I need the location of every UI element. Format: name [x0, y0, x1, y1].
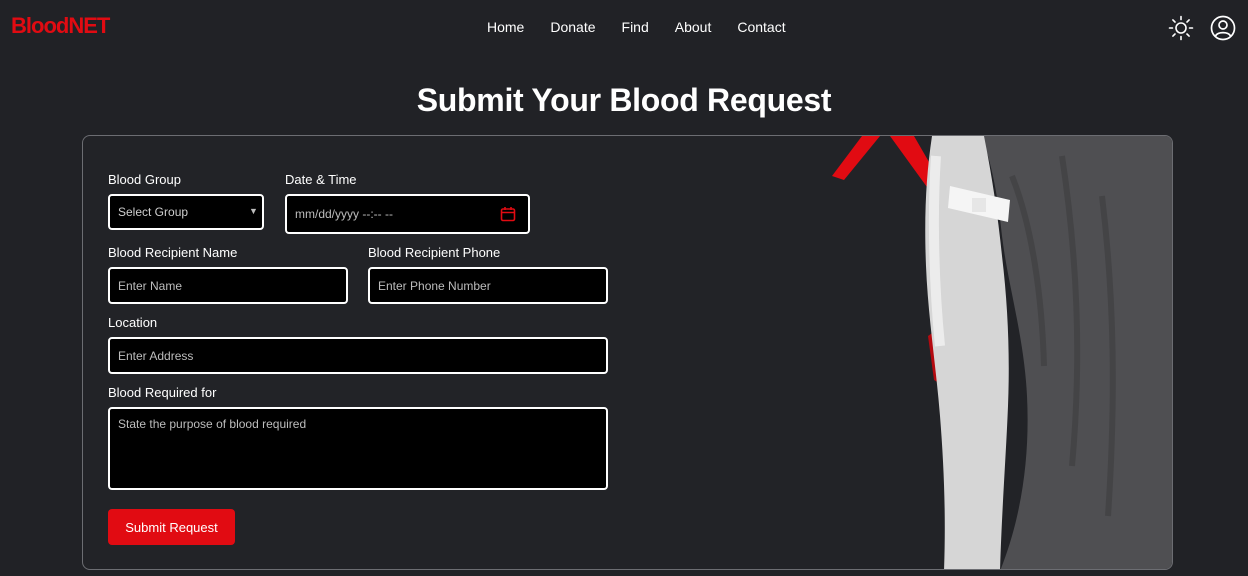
user-circle-icon: [1210, 15, 1235, 40]
donor-arm-image: [832, 136, 1172, 569]
page: BloodNET Home Donate Find About Contact …: [0, 0, 1248, 576]
brand-logo[interactable]: BloodNET: [11, 13, 110, 39]
recipient-phone-input[interactable]: [368, 267, 608, 304]
nav-donate[interactable]: Donate: [550, 19, 595, 35]
theme-toggle-button[interactable]: [1167, 14, 1194, 41]
request-form-card: Blood Group Select Group ▼ Date & Time B…: [82, 135, 1173, 570]
calendar-icon[interactable]: [500, 206, 516, 222]
nav-home[interactable]: Home: [487, 19, 524, 35]
profile-button[interactable]: [1209, 14, 1236, 41]
location-label: Location: [108, 315, 158, 330]
recipient-phone-label: Blood Recipient Phone: [368, 245, 501, 260]
recipient-name-input[interactable]: [108, 267, 348, 304]
purpose-textarea[interactable]: [108, 407, 608, 490]
nav-contact[interactable]: Contact: [737, 19, 785, 35]
page-title: Submit Your Blood Request: [416, 82, 832, 118]
nav-find[interactable]: Find: [622, 19, 649, 35]
submit-request-button[interactable]: Submit Request: [108, 509, 235, 545]
purpose-label: Blood Required for: [108, 385, 217, 400]
date-time-input[interactable]: [285, 194, 530, 234]
recipient-name-label: Blood Recipient Name: [108, 245, 238, 260]
blood-group-select[interactable]: Select Group: [108, 194, 264, 230]
main-nav: Home Donate Find About Contact: [487, 19, 786, 35]
sun-icon: [1168, 15, 1193, 40]
date-time-label: Date & Time: [285, 172, 357, 187]
location-input[interactable]: [108, 337, 608, 374]
blood-group-label: Blood Group: [108, 172, 181, 187]
nav-about[interactable]: About: [675, 19, 712, 35]
